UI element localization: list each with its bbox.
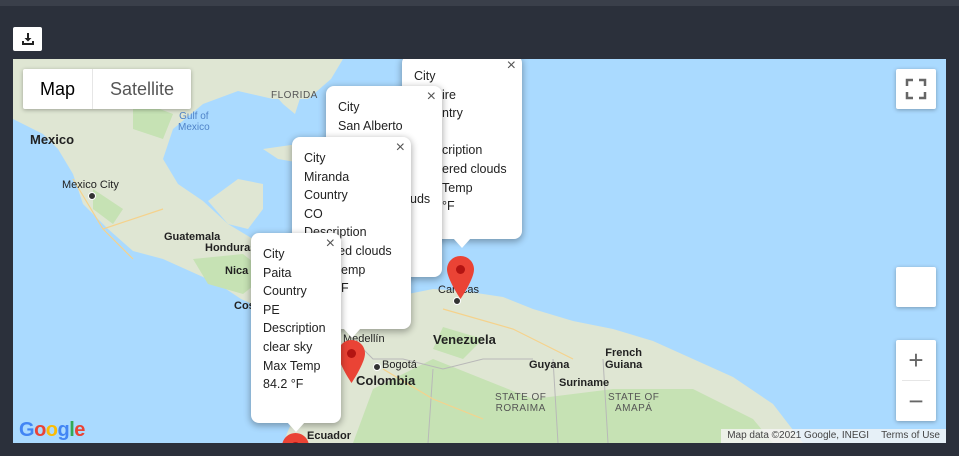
iw-line: Max Temp [263,358,321,373]
label-roraima: STATE OF RORAIMA [495,392,547,414]
terms-link[interactable]: Terms of Use [881,429,940,443]
iw-line: Miranda [304,169,350,184]
label-amapa: STATE OF AMAPÁ [608,392,660,414]
map-type-control: Map Satellite [23,69,192,109]
label-nica: Nica [225,265,249,277]
label-bogota: Bogotá [382,359,417,371]
label-gulf-of-mexico: Gulf of Mexico [178,111,210,133]
map-type-satellite-button[interactable]: Satellite [92,69,191,109]
close-icon[interactable]: × [507,59,516,76]
map-pin-caracas[interactable] [447,256,474,299]
label-venezuela: Venezuela [433,332,496,347]
iw-line: CO [304,206,323,221]
label-guyana: Guyana [529,359,570,371]
map-pin-miranda[interactable] [338,340,365,383]
iw-line: clear sky [263,339,313,354]
label-suriname: Suriname [559,377,610,389]
iw-line: City [338,100,360,114]
close-icon[interactable]: × [326,235,335,254]
iw-line: City [263,247,285,261]
close-icon[interactable]: × [396,139,405,158]
label-florida: FLORIDA [271,90,318,101]
label-ecuador: Ecuador [307,430,352,442]
zoom-in-button[interactable]: + [896,340,936,380]
zoom-out-button[interactable]: − [896,381,936,421]
close-icon[interactable]: × [427,88,436,107]
attribution-bar: Map data ©2021 Google, INEGI Terms of Us… [721,429,946,443]
iw-line: Description [263,321,326,336]
iw-line: 84.2 °F [263,377,304,392]
bogota-marker [373,363,381,371]
iw-line: Country [304,188,348,203]
google-logo[interactable]: Google [19,419,85,442]
fullscreen-icon [905,78,927,100]
map-view[interactable]: FLORIDA Gulf of Mexico Mexico Mexico Cit… [13,59,946,443]
info-window-1: × City Paita Country PE Description clea… [251,233,341,432]
iw-line: Country [263,284,307,299]
iw-line: City [414,69,436,83]
label-mexico-city: Mexico City [62,179,119,191]
iw-line: City [304,151,326,165]
iw-line: PE [263,302,280,317]
label-honduras: Honduras [205,242,257,254]
iw-line: Paita [263,265,292,280]
map-type-map-button[interactable]: Map [23,69,92,109]
iw-line: San Alberto [338,118,403,133]
top-bar [0,0,959,6]
label-mexico: Mexico [30,132,75,147]
download-button[interactable] [13,27,42,51]
download-icon [21,33,34,45]
street-view-pegman[interactable] [896,267,936,307]
label-french-guiana: French Guiana [605,347,643,371]
fullscreen-button[interactable] [896,69,936,109]
mexico-city-marker [88,192,96,200]
map-data-text[interactable]: Map data ©2021 Google, INEGI [727,429,869,443]
zoom-control: + − [896,340,936,421]
map-pin-paita[interactable] [282,433,309,443]
